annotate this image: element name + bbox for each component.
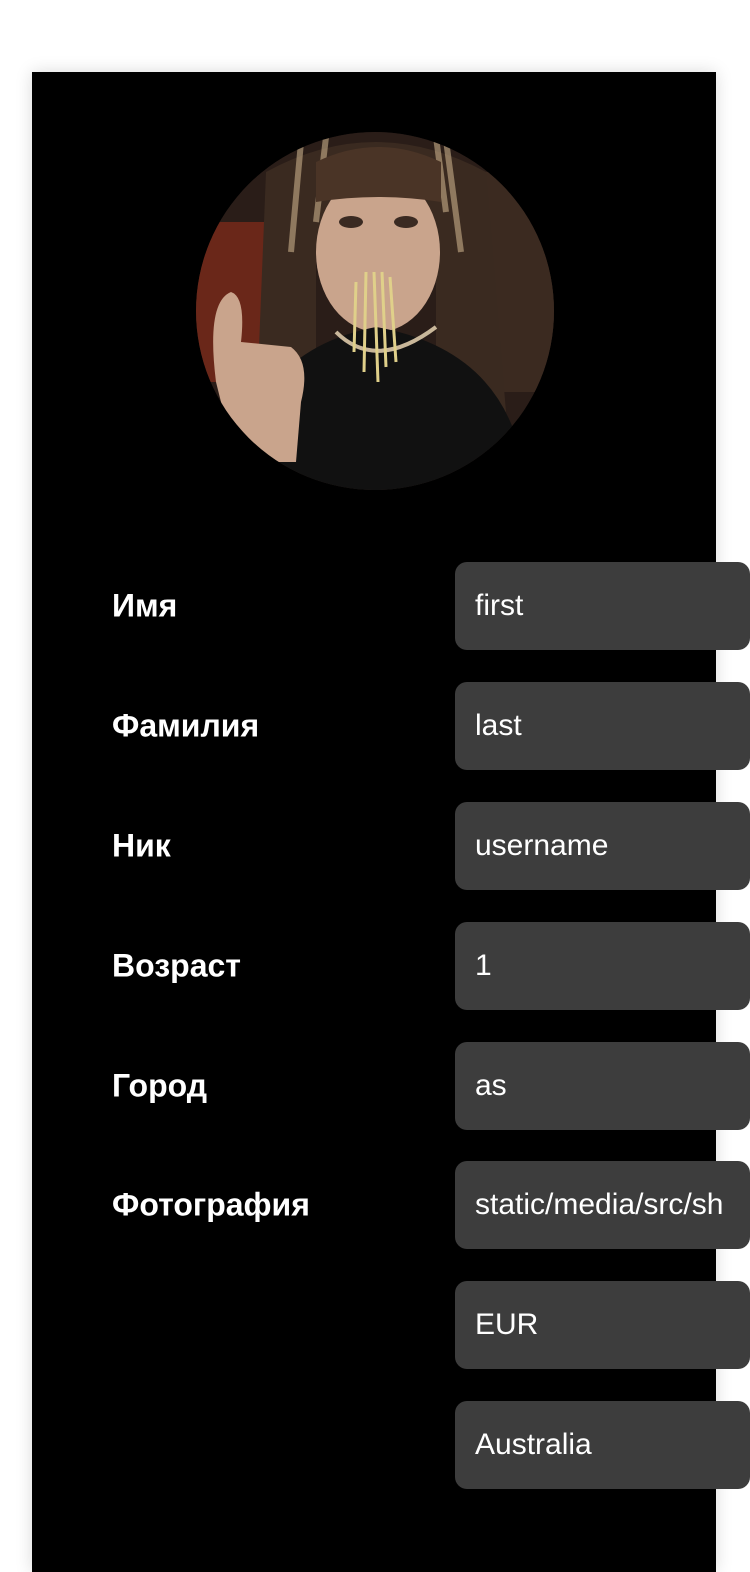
form-row-city: Город as xyxy=(32,1042,750,1130)
currency-field[interactable]: EUR xyxy=(455,1281,750,1369)
nickname-label: Ник xyxy=(112,827,171,864)
form-row-photo: Фотография static/media/src/sh xyxy=(32,1161,750,1249)
form-row-first-name: Имя first xyxy=(32,562,750,650)
profile-card: Имя first Фамилия last Ник username Возр… xyxy=(32,72,750,1572)
first-name-label: Имя xyxy=(112,587,178,624)
nickname-field[interactable]: username xyxy=(455,802,750,890)
form-row-currency: EUR xyxy=(32,1281,750,1369)
profile-photo-icon xyxy=(196,132,554,490)
last-name-field[interactable]: last xyxy=(455,682,750,770)
last-name-label: Фамилия xyxy=(112,707,260,744)
photo-label: Фотография xyxy=(112,1186,310,1223)
city-field[interactable]: as xyxy=(455,1042,750,1130)
photo-field[interactable]: static/media/src/sh xyxy=(455,1161,750,1249)
form-row-country: Australia xyxy=(32,1401,750,1489)
city-label: Город xyxy=(112,1067,208,1104)
age-label: Возраст xyxy=(112,947,241,984)
country-field[interactable]: Australia xyxy=(455,1401,750,1489)
avatar xyxy=(196,132,554,490)
form-row-age: Возраст 1 xyxy=(32,922,750,1010)
form-row-last-name: Фамилия last xyxy=(32,682,750,770)
age-field[interactable]: 1 xyxy=(455,922,750,1010)
first-name-field[interactable]: first xyxy=(455,562,750,650)
form-row-nickname: Ник username xyxy=(32,802,750,890)
